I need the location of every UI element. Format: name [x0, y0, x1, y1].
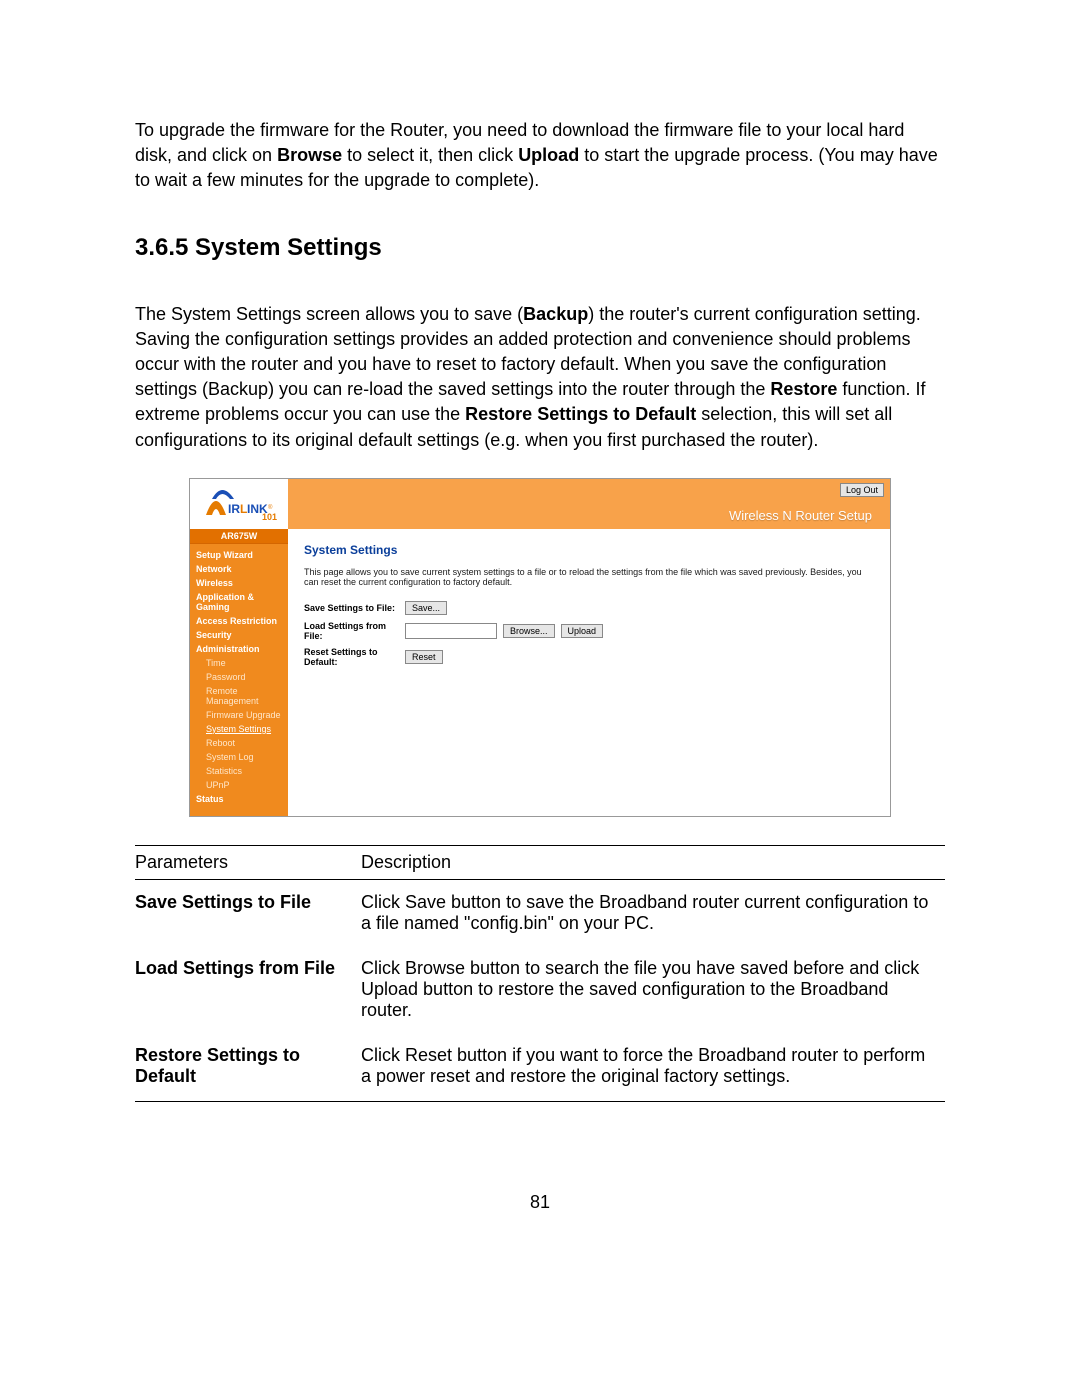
nav-wireless[interactable]: Wireless — [196, 576, 282, 590]
svg-text:101: 101 — [262, 512, 277, 522]
row-save: Save Settings to File: Save... — [304, 601, 874, 615]
nav-sub-password[interactable]: Password — [196, 670, 282, 684]
param-save-desc: Click Save button to save the Broadband … — [361, 879, 945, 946]
airlink-logo-icon: IR L INK ® 101 — [200, 485, 286, 523]
col-parameters: Parameters — [135, 845, 361, 879]
sb-b2: Restore — [770, 379, 837, 399]
upload-button[interactable]: Upload — [561, 624, 604, 638]
router-screenshot: IR L INK ® 101 Log Out Wireless N Router… — [189, 478, 891, 817]
param-load-name: Load Settings from File — [135, 946, 361, 1033]
nav-security[interactable]: Security — [196, 628, 282, 642]
nav-status[interactable]: Status — [196, 792, 282, 806]
nav-sub-remote-management[interactable]: Remote Management — [196, 684, 282, 708]
screenshot-header: IR L INK ® 101 Log Out Wireless N Router… — [190, 479, 890, 529]
save-label: Save Settings to File: — [304, 603, 399, 613]
param-restore-name: Restore Settings to Default — [135, 1033, 361, 1102]
nav-app-gaming[interactable]: Application & Gaming — [196, 590, 282, 614]
param-save-name: Save Settings to File — [135, 879, 361, 946]
load-label: Load Settings from File: — [304, 621, 399, 641]
svg-text:IR: IR — [228, 502, 240, 516]
save-button[interactable]: Save... — [405, 601, 447, 615]
nav-sub-time[interactable]: Time — [196, 656, 282, 670]
nav-sub-reboot[interactable]: Reboot — [196, 736, 282, 750]
sb-b1: Backup — [523, 304, 588, 324]
file-path-input[interactable] — [405, 623, 497, 639]
intro-bold-browse: Browse — [277, 145, 342, 165]
svg-text:®: ® — [268, 504, 273, 511]
row-load: Load Settings from File: Browse... Uploa… — [304, 621, 874, 641]
intro-paragraph: To upgrade the firmware for the Router, … — [135, 118, 945, 194]
router-setup-title: Wireless N Router Setup — [729, 508, 872, 523]
intro-bold-upload: Upload — [518, 145, 579, 165]
param-load-desc: Click Browse button to search the file y… — [361, 946, 945, 1033]
content-pane: System Settings This page allows you to … — [288, 529, 890, 816]
nav-setup-wizard[interactable]: Setup Wizard — [196, 548, 282, 562]
reset-button[interactable]: Reset — [405, 650, 443, 664]
page-number: 81 — [135, 1192, 945, 1213]
row-reset: Reset Settings to Default: Reset — [304, 647, 874, 667]
section-heading: 3.6.5 System Settings — [135, 234, 945, 262]
nav-sub-upnp[interactable]: UPnP — [196, 778, 282, 792]
col-description: Description — [361, 845, 945, 879]
nav-administration[interactable]: Administration — [196, 642, 282, 656]
section-body: The System Settings screen allows you to… — [135, 302, 945, 453]
content-heading: System Settings — [304, 543, 874, 557]
param-restore-desc: Click Reset button if you want to force … — [361, 1033, 945, 1102]
sidebar: AR675W Setup Wizard Network Wireless App… — [190, 529, 288, 816]
model-label: AR675W — [190, 529, 288, 544]
nav-sub-system-settings[interactable]: System Settings — [196, 722, 282, 736]
nav-access-restriction[interactable]: Access Restriction — [196, 614, 282, 628]
reset-label: Reset Settings to Default: — [304, 647, 399, 667]
parameters-table: Parameters Description Save Settings to … — [135, 845, 945, 1102]
browse-button[interactable]: Browse... — [503, 624, 555, 638]
sb-a: The System Settings screen allows you to… — [135, 304, 523, 324]
logo-cell: IR L INK ® 101 — [190, 479, 288, 529]
sb-b3: Restore Settings to Default — [465, 404, 696, 424]
nav-sub-system-log[interactable]: System Log — [196, 750, 282, 764]
logout-button[interactable]: Log Out — [840, 483, 884, 497]
nav-sub-firmware-upgrade[interactable]: Firmware Upgrade — [196, 708, 282, 722]
nav-network[interactable]: Network — [196, 562, 282, 576]
intro-mid1: to select it, then click — [342, 145, 518, 165]
content-description: This page allows you to save current sys… — [304, 567, 864, 587]
nav-sub-statistics[interactable]: Statistics — [196, 764, 282, 778]
